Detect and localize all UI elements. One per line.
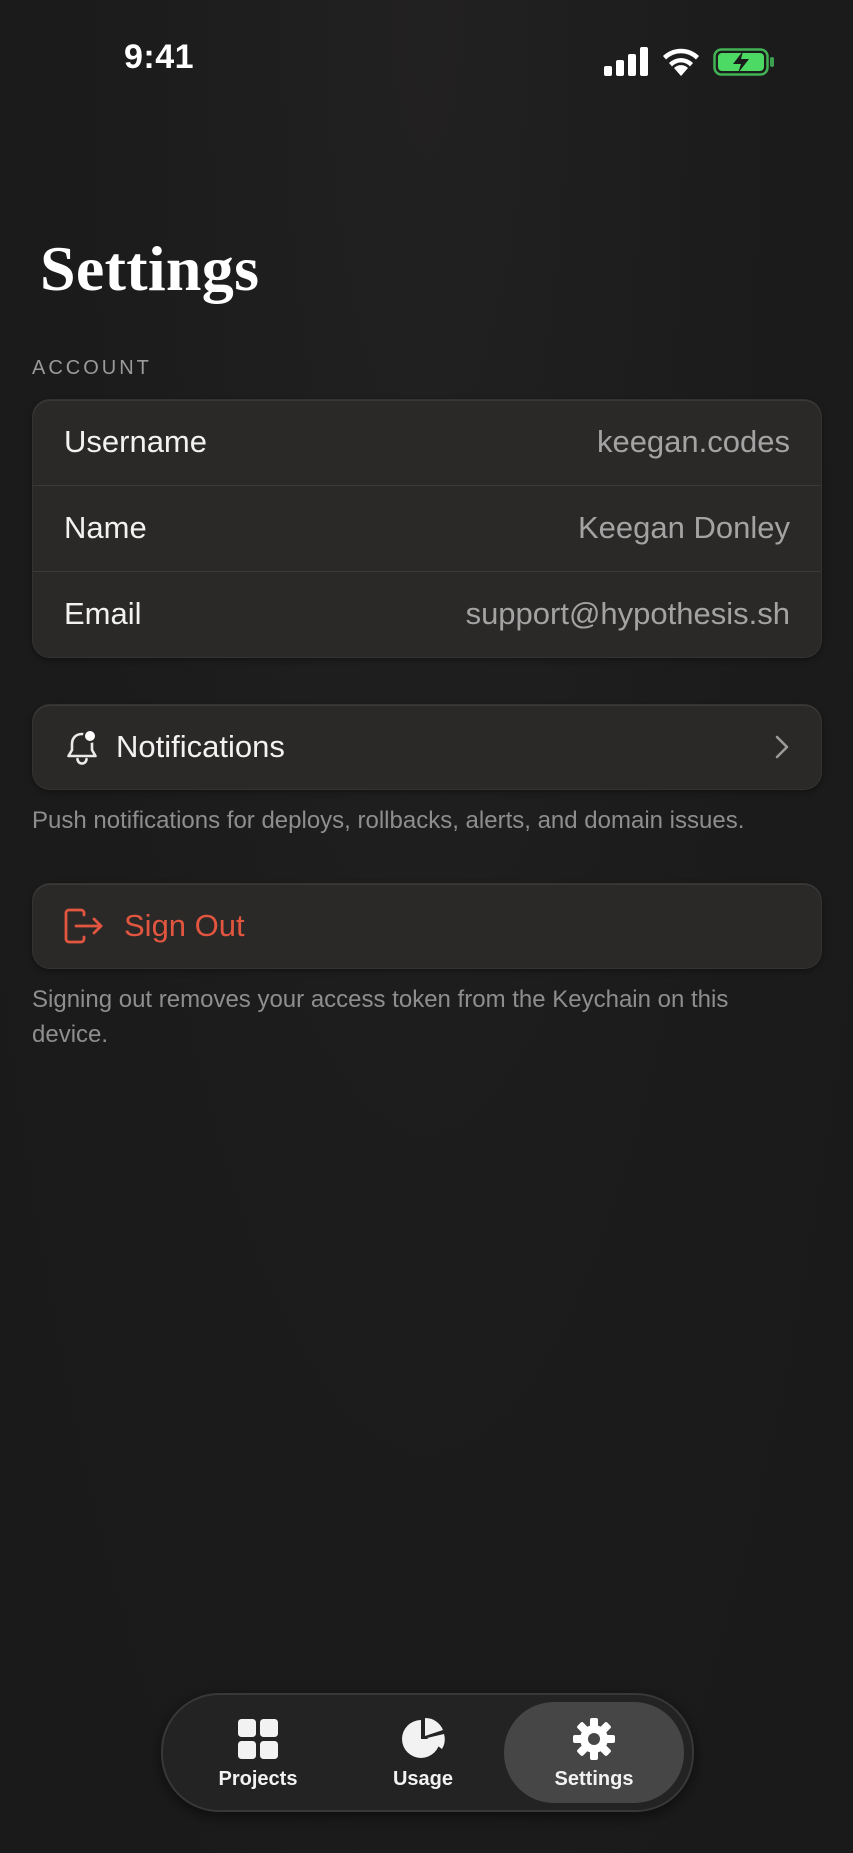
wifi-icon: [663, 48, 699, 76]
name-row: Name Keegan Donley: [33, 486, 821, 572]
notifications-row[interactable]: Notifications: [32, 704, 822, 790]
name-label: Name: [64, 510, 147, 545]
tab-usage-label: Usage: [392, 1768, 454, 1790]
sign-out-icon: [64, 908, 103, 944]
username-row: Username keegan.codes: [33, 400, 821, 486]
email-row: Email support@hypothesis.sh: [33, 572, 821, 658]
status-time: 9:41: [124, 38, 195, 76]
battery-charging-icon: [713, 48, 774, 76]
username-value: keegan.codes: [596, 424, 790, 459]
page-title: Settings: [40, 233, 260, 304]
sign-out-button[interactable]: Sign Out: [32, 883, 822, 969]
cellular-signal-icon: [604, 47, 648, 76]
email-label: Email: [64, 596, 142, 631]
chevron-right-icon: [775, 735, 789, 759]
bell-icon: [67, 729, 97, 765]
email-value: support@hypothesis.sh: [465, 596, 790, 631]
tab-bar: Projects Usage Settings: [161, 1693, 694, 1812]
account-card: Username keegan.codes Name Keegan Donley…: [32, 399, 822, 658]
name-value: Keegan Donley: [578, 510, 790, 545]
notifications-footnote: Push notifications for deploys, rollback…: [32, 807, 745, 834]
status-bar: 9:41: [0, 0, 853, 125]
gear-icon: [573, 1718, 615, 1760]
username-label: Username: [64, 424, 207, 459]
tab-usage[interactable]: Usage: [343, 1702, 503, 1803]
sign-out-footnote: Signing out removes your access token fr…: [32, 986, 729, 1048]
tab-settings-label: Settings: [554, 1768, 634, 1790]
sign-out-label: Sign Out: [124, 908, 245, 943]
pie-chart-icon: [402, 1717, 445, 1758]
grid-icon: [238, 1719, 278, 1759]
account-section-header: ACCOUNT: [32, 357, 152, 379]
tab-projects[interactable]: Projects: [173, 1702, 343, 1803]
notifications-label: Notifications: [116, 729, 285, 764]
tab-projects-label: Projects: [218, 1768, 298, 1790]
tab-settings[interactable]: Settings: [504, 1702, 684, 1803]
